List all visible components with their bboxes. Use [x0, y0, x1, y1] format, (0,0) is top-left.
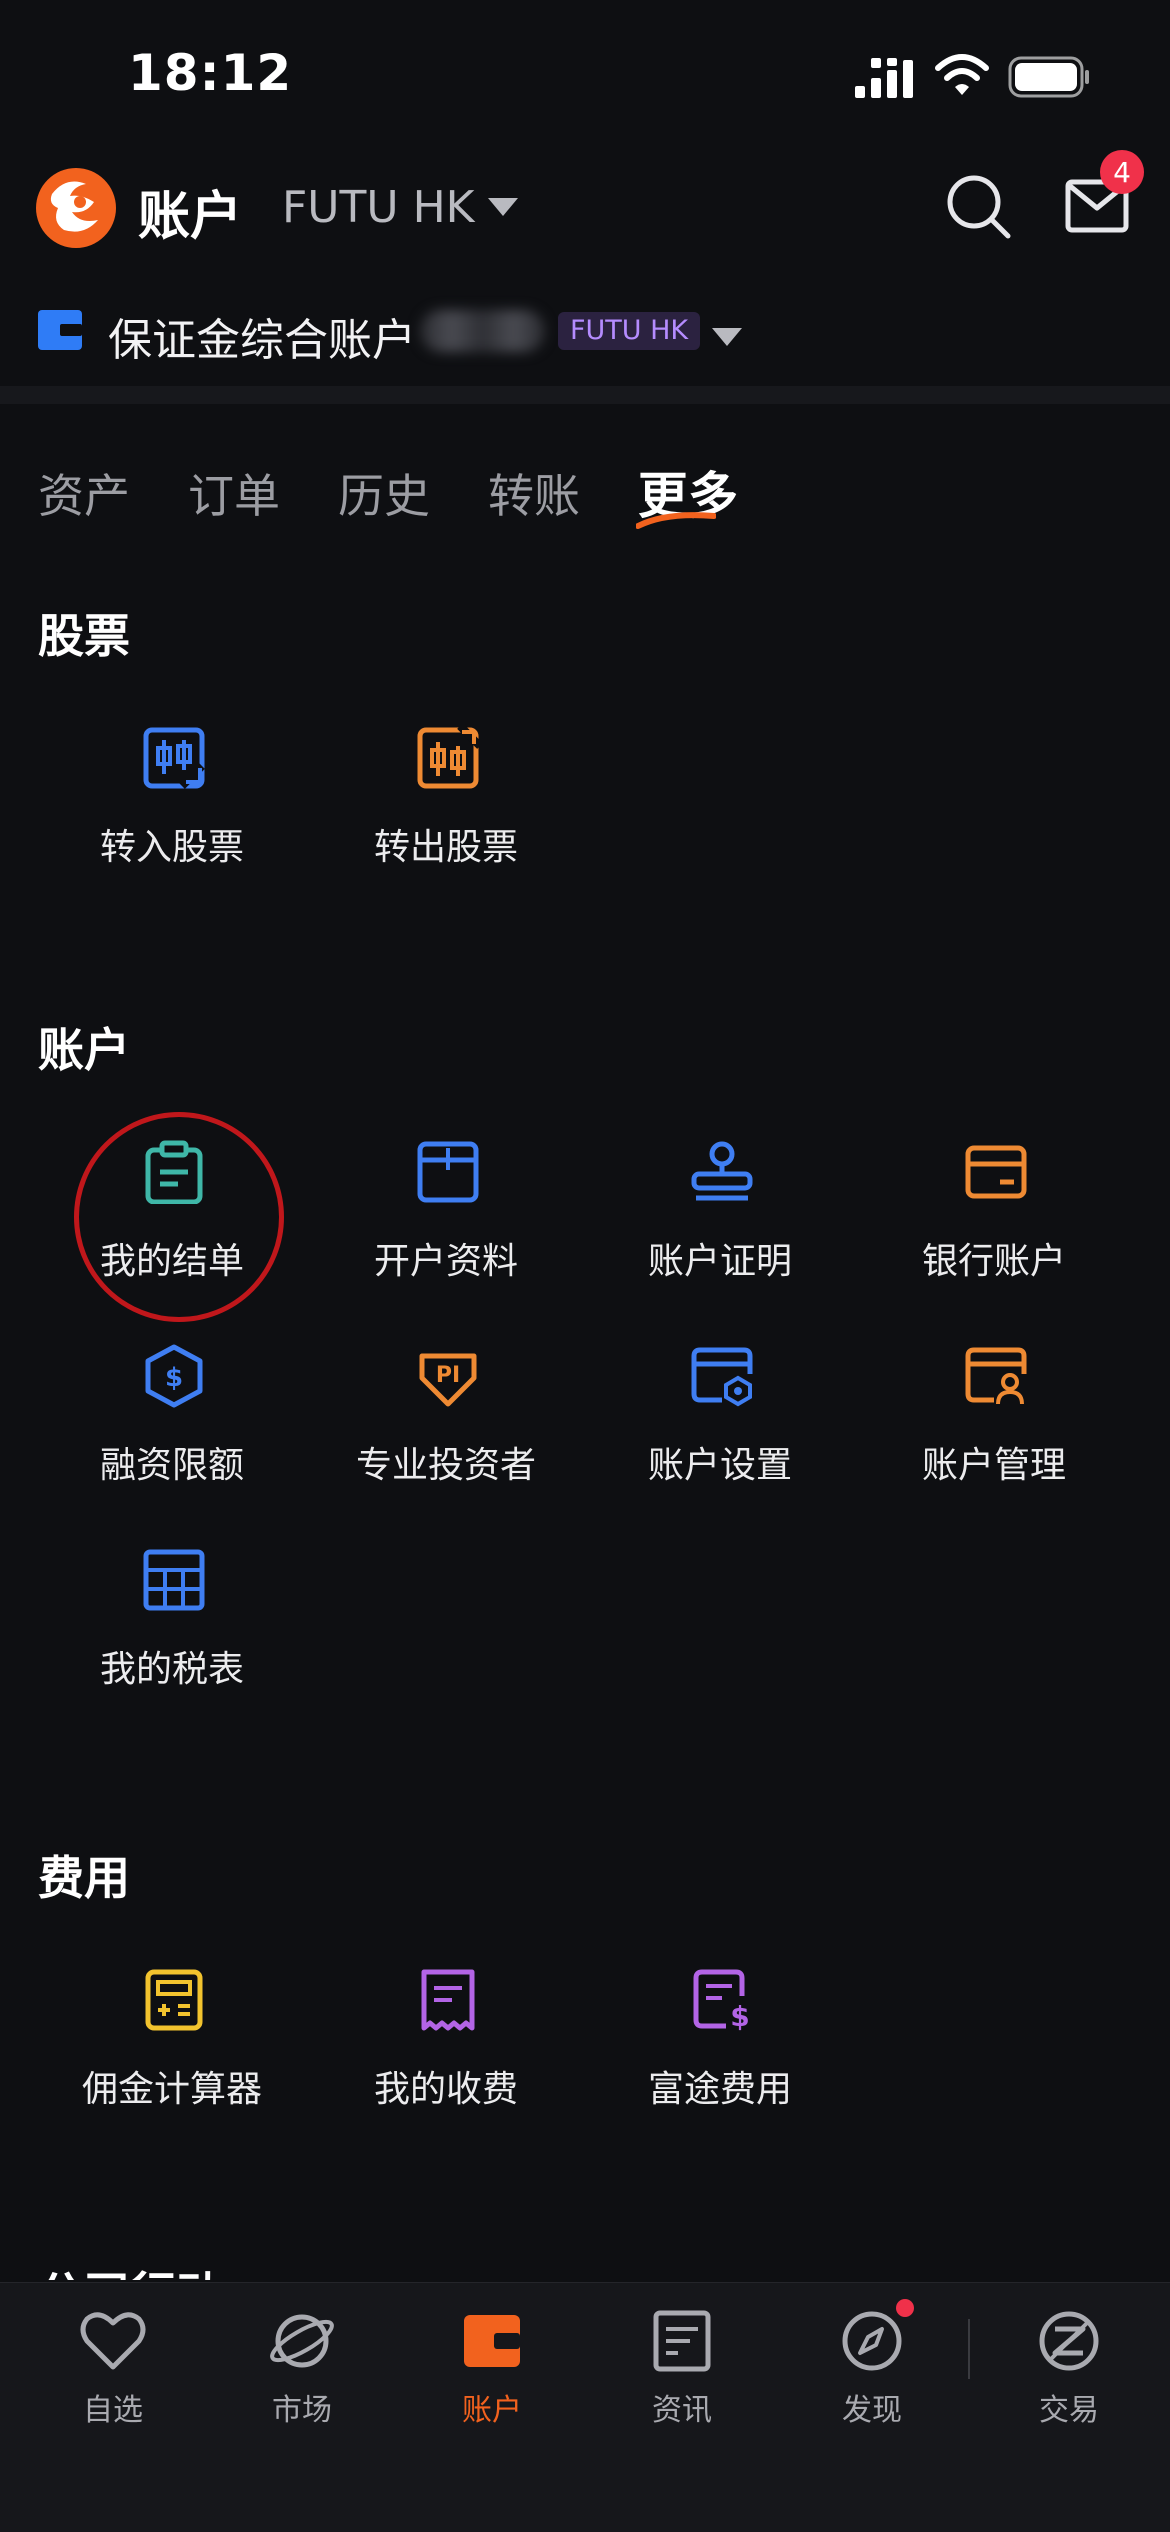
nav-label: 账户 [462, 2393, 522, 2428]
broker-tag: FUTU HK [558, 312, 701, 350]
account-selector[interactable]: 保证金综合账户 FUTU HK [0, 290, 1170, 380]
divider [0, 386, 1170, 404]
item-label: 佣金计算器 [81, 2069, 262, 2110]
item-label: 开户资料 [373, 1241, 518, 1282]
highlight-annotation [74, 1112, 284, 1322]
masked-account-number [420, 310, 545, 352]
fee-doc-icon: $ [693, 1969, 750, 2032]
nav-discover[interactable]: 发现 [797, 2303, 947, 2428]
tax-table-icon [143, 1549, 205, 1611]
nav-account[interactable]: 账户 [417, 2303, 567, 2428]
nav-trade[interactable]: 交易 [994, 2303, 1144, 2428]
app-header: 账户 FUTU HK [0, 150, 1170, 270]
item-label: 账户设置 [647, 1445, 792, 1486]
pi-badge-icon: PI [419, 1353, 477, 1407]
account-proof-button[interactable]: 账户证明 [580, 1140, 860, 1320]
nav-divider [968, 2319, 970, 2379]
item-label: 我的收费 [373, 2069, 518, 2110]
notification-dot [896, 2299, 914, 2317]
bank-card-icon [965, 1145, 1027, 1199]
section-title-corporate-actions: 公司行动 [38, 2250, 222, 2280]
my-tax-forms-button[interactable]: 我的税表 [32, 1548, 312, 1728]
professional-investor-button[interactable]: PI 专业投资者 [306, 1344, 586, 1524]
svg-text:$: $ [165, 1363, 183, 1393]
my-charges-button[interactable]: 我的收费 [306, 1968, 586, 2148]
item-label: 融资限额 [99, 1445, 244, 1486]
folder-doc-icon [417, 1141, 479, 1203]
search-icon[interactable] [944, 172, 1014, 242]
bank-account-button[interactable]: 银行账户 [854, 1140, 1134, 1320]
chevron-down-icon[interactable] [488, 198, 518, 216]
calculator-icon [145, 1969, 203, 2031]
bull-logo-icon [50, 181, 98, 232]
tab-assets[interactable]: 资产 [38, 460, 130, 526]
nav-label: 交易 [1039, 2393, 1099, 2428]
cellular-signal-icon [855, 58, 913, 98]
futu-logo-icon[interactable] [36, 168, 116, 248]
svg-text:$: $ [730, 2000, 749, 2032]
item-label: 账户管理 [921, 1445, 1066, 1486]
bottom-nav: 自选 市场 账户 资讯 发现 交易 [0, 2282, 1170, 2532]
planet-icon [270, 2314, 334, 2368]
futu-fees-button[interactable]: $ 富途费用 [580, 1968, 860, 2148]
tab-transfer[interactable]: 转账 [488, 460, 580, 526]
margin-limit-button[interactable]: $ 融资限额 [32, 1344, 312, 1524]
item-label: 转出股票 [373, 827, 518, 868]
account-manage-icon [965, 1347, 1027, 1405]
nav-market[interactable]: 市场 [227, 2303, 377, 2428]
svg-text:PI: PI [436, 1363, 460, 1388]
item-label: 转入股票 [99, 827, 244, 868]
account-settings-button[interactable]: 账户设置 [580, 1344, 860, 1524]
compass-icon [842, 2311, 902, 2371]
tab-bar: 资产 订单 历史 转账 更多 [0, 460, 1170, 540]
account-name: 保证金综合账户 [108, 315, 416, 366]
tab-history[interactable]: 历史 [338, 460, 430, 526]
status-bar: 18:12 [0, 0, 1170, 150]
nav-label: 发现 [842, 2393, 902, 2428]
account-management-button[interactable]: 账户管理 [854, 1344, 1134, 1524]
mail-badge: 4 [1100, 150, 1144, 194]
item-label: 账户证明 [647, 1241, 792, 1282]
news-icon [653, 2310, 711, 2372]
broker-selector[interactable]: FUTU HK [282, 182, 475, 233]
status-time: 18:12 [128, 44, 293, 102]
wallet-icon [464, 2315, 520, 2367]
account-settings-icon [691, 1347, 753, 1407]
page-title: 账户 [138, 187, 243, 247]
nav-news[interactable]: 资讯 [607, 2303, 757, 2428]
nav-label: 自选 [83, 2393, 143, 2428]
active-tab-indicator [636, 512, 716, 529]
section-title-account: 账户 [38, 1023, 130, 1077]
battery-icon [1008, 56, 1089, 98]
transfer-in-stock-button[interactable]: 转入股票 [32, 726, 312, 906]
dollar-shield-icon: $ [145, 1344, 203, 1408]
transfer-out-stock-button[interactable]: 转出股票 [306, 726, 586, 906]
commission-calculator-button[interactable]: 佣金计算器 [32, 1968, 312, 2148]
candlestick-out-icon [417, 726, 480, 789]
section-title-stocks: 股票 [38, 609, 130, 663]
nav-label: 市场 [272, 2393, 332, 2428]
item-label: 银行账户 [921, 1241, 1066, 1282]
receipt-icon [421, 1969, 475, 2031]
candlestick-in-icon [143, 727, 205, 789]
nav-label: 资讯 [652, 2393, 712, 2428]
account-opening-docs-button[interactable]: 开户资料 [306, 1140, 586, 1320]
heart-icon [80, 2312, 146, 2370]
trade-icon [1039, 2311, 1099, 2371]
stamp-icon [691, 1141, 753, 1201]
nav-watchlist[interactable]: 自选 [38, 2303, 188, 2428]
item-label: 我的税表 [99, 1649, 244, 1690]
item-label: 富途费用 [647, 2069, 792, 2110]
wifi-icon [935, 54, 989, 95]
item-label: 专业投资者 [355, 1445, 536, 1486]
tab-orders[interactable]: 订单 [188, 460, 280, 526]
chevron-down-icon[interactable] [712, 328, 742, 346]
section-title-fees: 费用 [38, 1851, 130, 1905]
account-wallet-icon [38, 310, 82, 350]
